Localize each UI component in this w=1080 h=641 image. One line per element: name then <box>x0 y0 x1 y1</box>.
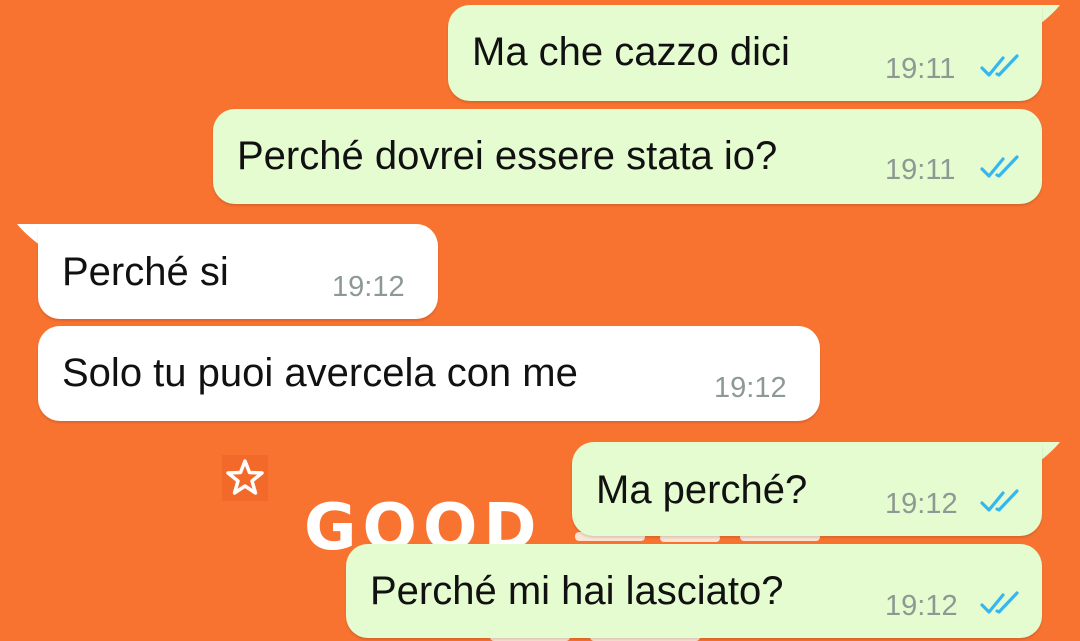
message-bubble-incoming[interactable]: Solo tu puoi avercela con me 19:12 <box>38 326 820 421</box>
message-bubble-outgoing[interactable]: Ma perché? 19:12 <box>572 442 1042 536</box>
message-text: Solo tu puoi avercela con me <box>62 351 578 395</box>
double-check-icon <box>980 54 1019 77</box>
message-text: Ma perché? <box>596 468 808 512</box>
chat-conversation: GOOD Ma che cazzo dici 19:11 Perché dovr… <box>0 0 1080 641</box>
message-text: Perché mi hai lasciato? <box>370 569 784 613</box>
message-bubble-incoming[interactable]: Perché si 19:12 <box>38 224 438 319</box>
message-timestamp: 19:12 <box>332 271 405 303</box>
message-timestamp: 19:11 <box>885 154 956 186</box>
message-bubble-outgoing[interactable]: Ma che cazzo dici 19:11 <box>448 5 1042 101</box>
message-text: Ma che cazzo dici <box>472 30 790 74</box>
message-bubble-outgoing[interactable]: Perché mi hai lasciato? 19:12 <box>346 544 1042 638</box>
double-check-icon <box>980 489 1019 512</box>
message-timestamp: 19:12 <box>885 590 958 622</box>
star-outline-icon <box>222 455 268 501</box>
message-timestamp: 19:12 <box>714 372 787 404</box>
message-bubble-outgoing[interactable]: Perché dovrei essere stata io? 19:11 <box>213 109 1042 204</box>
message-timestamp: 19:11 <box>885 53 956 85</box>
message-timestamp: 19:12 <box>885 488 958 520</box>
message-text: Perché si <box>62 250 229 294</box>
double-check-icon <box>980 155 1019 178</box>
double-check-icon <box>980 591 1019 614</box>
message-text: Perché dovrei essere stata io? <box>237 134 778 178</box>
